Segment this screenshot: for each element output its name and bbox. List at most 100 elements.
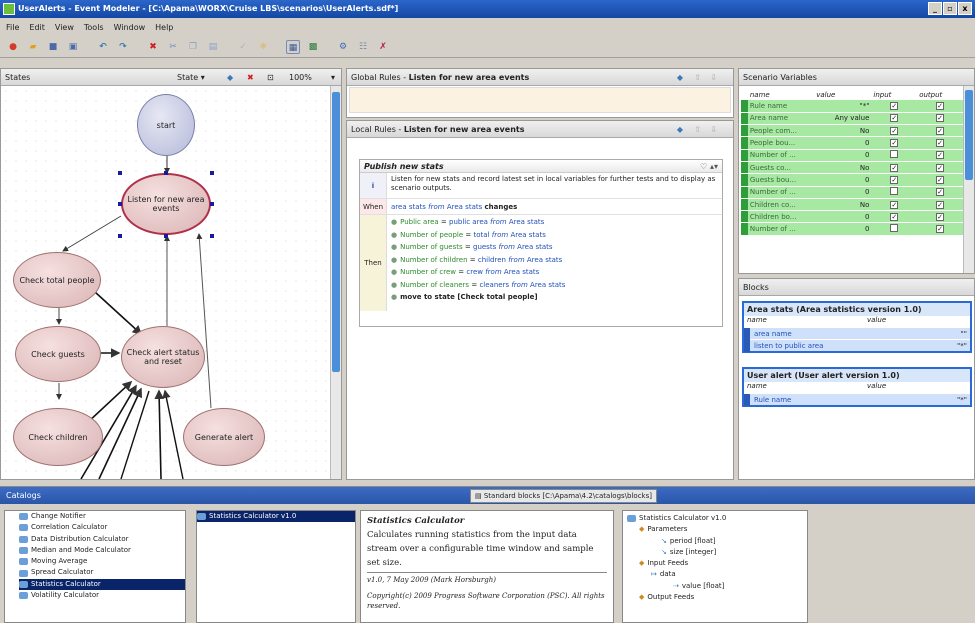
variable-row[interactable]: Children bo... 0 ✓ ✓ [741, 210, 963, 224]
tree-input-feeds[interactable]: ◆ Input Feeds [627, 558, 807, 569]
minimize-button[interactable]: _ [928, 2, 942, 15]
rule-description[interactable]: Listen for new stats and record latest s… [387, 173, 722, 198]
output-checkbox[interactable]: ✓ [936, 114, 945, 123]
catalog-item[interactable]: Median and Mode Calculator [19, 545, 185, 556]
state-generate-alert[interactable]: Generate alert [183, 408, 265, 466]
output-checkbox[interactable]: ✓ [936, 139, 945, 148]
rule-card[interactable]: Publish new stats ♡ ▴▾ i Listen for new … [359, 159, 723, 327]
when-source[interactable]: Area stats [447, 203, 482, 211]
close-button[interactable]: x [958, 2, 972, 15]
check-icon[interactable]: ✓ [236, 40, 250, 54]
version-item[interactable]: Statistics Calculator v1.0 [197, 511, 355, 523]
menu-edit[interactable]: Edit [29, 23, 45, 32]
variable-row[interactable]: People com... No ✓ ✓ [741, 124, 963, 138]
variable-name[interactable]: Children co... [747, 198, 815, 212]
then-action[interactable]: ● Number of people = total from Area stat… [391, 229, 718, 242]
input-checkbox[interactable]: ✓ [890, 175, 899, 184]
connect-icon[interactable]: ⚙ [336, 40, 350, 54]
variable-value[interactable]: 0 [814, 222, 872, 236]
state-dropdown[interactable]: State ▾ [177, 69, 205, 86]
output-checkbox[interactable]: ✓ [936, 175, 945, 184]
new-icon[interactable]: ● [6, 40, 20, 54]
add-rule-icon[interactable]: ◆ [677, 121, 683, 138]
input-checkbox[interactable] [890, 150, 899, 159]
variable-name[interactable]: People bou... [747, 136, 815, 150]
state-diagram-canvas[interactable]: start Listen for new area events Check t… [1, 86, 331, 479]
grid-icon[interactable]: ▩ [306, 40, 320, 54]
catalog-item[interactable]: Moving Average [19, 556, 185, 567]
restore-button[interactable]: ▫ [943, 2, 957, 15]
input-checkbox[interactable]: ✓ [890, 212, 899, 221]
tree-field[interactable]: ⇢ value [float] [627, 581, 807, 592]
then-action[interactable]: ● Public area = public area from Area sta… [391, 216, 718, 229]
variables-scrollbar[interactable] [963, 86, 974, 273]
add-rule-icon[interactable]: ◆ [677, 69, 683, 86]
move-up-icon[interactable]: ⇧ [694, 69, 701, 86]
variable-value[interactable]: 0 [814, 173, 872, 187]
output-checkbox[interactable]: ✓ [936, 225, 945, 234]
save-icon[interactable]: ■ [46, 40, 60, 54]
block-user-alert[interactable]: User alert (User alert version 1.0) name… [742, 367, 972, 407]
variable-name[interactable]: Rule name [747, 100, 815, 113]
block-param-row[interactable]: Rule name "*" [744, 393, 970, 406]
then-action[interactable]: ● Number of crew = crew from Area stats [391, 266, 718, 279]
variable-name[interactable]: Guests co... [747, 161, 815, 175]
catalog-path-selector[interactable]: ▤ Standard blocks [C:\Apama\4.2\catalogs… [470, 489, 657, 503]
state-start[interactable]: start [137, 94, 195, 156]
catalog-item[interactable]: Correlation Calculator [19, 522, 185, 533]
catalog-item[interactable]: Change Notifier [19, 511, 185, 522]
variable-row[interactable]: Guests co... No ✓ ✓ [741, 161, 963, 175]
move-down-icon[interactable]: ⇩ [710, 69, 717, 86]
cut-icon[interactable]: ✂ [166, 40, 180, 54]
then-final-action[interactable]: ● move to state [Check total people] [391, 291, 718, 304]
variable-value[interactable]: Any value [814, 112, 872, 126]
tree-root[interactable]: Statistics Calculator v1.0 [627, 513, 807, 524]
global-rules-body[interactable] [349, 87, 731, 113]
output-checkbox[interactable]: ✓ [936, 188, 945, 197]
selection-handle[interactable] [118, 234, 122, 238]
rule-collapse-icon[interactable]: ♡ ▴▾ [700, 160, 718, 173]
block-param-row[interactable]: area name "" [744, 327, 970, 340]
input-checkbox[interactable]: ✓ [890, 101, 899, 110]
add-state-icon[interactable]: ◆ [227, 69, 233, 86]
selection-handle[interactable] [118, 202, 122, 206]
variable-value[interactable]: No [814, 124, 872, 138]
align-icon[interactable]: ☷ [356, 40, 370, 54]
block-area-stats[interactable]: Area stats (Area statistics version 1.0)… [742, 301, 972, 353]
output-checkbox[interactable]: ✓ [936, 151, 945, 160]
output-checkbox[interactable]: ✓ [936, 163, 945, 172]
input-checkbox[interactable]: ✓ [890, 126, 899, 135]
variable-name[interactable]: Area name [747, 112, 815, 126]
menu-file[interactable]: File [6, 23, 19, 32]
catalog-item[interactable]: Spread Calculator [19, 567, 185, 578]
redo-icon[interactable]: ↷ [116, 40, 130, 54]
input-checkbox[interactable]: ✓ [890, 200, 899, 209]
open-folder-icon[interactable]: ▰ [26, 40, 40, 54]
catalog-item[interactable]: Volatility Calculator [19, 590, 185, 601]
state-check-alert[interactable]: Check alert status and reset [121, 326, 205, 388]
paste-icon[interactable]: ▤ [206, 40, 220, 54]
output-checkbox[interactable]: ✓ [936, 200, 945, 209]
move-up-icon[interactable]: ⇧ [694, 121, 701, 138]
menu-view[interactable]: View [55, 23, 74, 32]
state-check-children[interactable]: Check children [13, 408, 103, 466]
selection-handle[interactable] [164, 234, 168, 238]
tree-param[interactable]: ↘ period [float] [627, 536, 807, 547]
input-checkbox[interactable] [890, 224, 899, 233]
variable-value[interactable]: 0 [814, 136, 872, 150]
variable-name[interactable]: Number of ... [747, 186, 815, 199]
variable-name[interactable]: Guests bou... [747, 173, 815, 187]
output-checkbox[interactable]: ✓ [936, 101, 945, 110]
state-check-guests[interactable]: Check guests [15, 326, 101, 382]
tree-parameters[interactable]: ◆ Parameters [627, 524, 807, 535]
variable-row[interactable]: People bou... 0 ✓ ✓ [741, 136, 963, 150]
states-scrollbar[interactable] [330, 86, 341, 479]
selection-handle[interactable] [164, 171, 168, 175]
catalog-item[interactable]: Statistics Calculator [19, 578, 185, 591]
output-checkbox[interactable]: ✓ [936, 212, 945, 221]
variable-row[interactable]: Area name Any value ✓ ✓ [741, 112, 963, 126]
variable-row[interactable]: Guests bou... 0 ✓ ✓ [741, 173, 963, 187]
then-action[interactable]: ● Number of cleaners = cleaners from Area… [391, 279, 718, 292]
variable-value[interactable]: No [814, 161, 872, 175]
menu-help[interactable]: Help [155, 23, 173, 32]
